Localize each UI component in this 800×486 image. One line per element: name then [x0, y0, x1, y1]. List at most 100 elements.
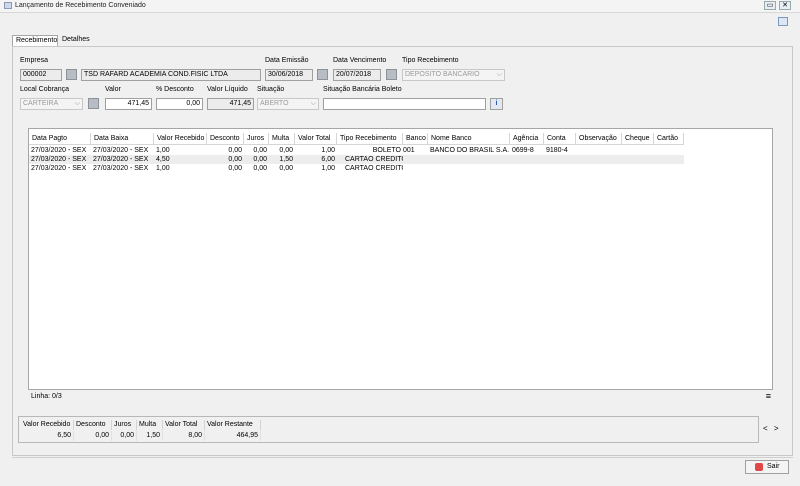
total-juros: 0,00 — [112, 431, 137, 441]
tipo-recebimento-label: Tipo Recebimento — [402, 57, 459, 64]
local-cobranca-label: Local Cobrança — [20, 86, 70, 93]
tipo-recebimento-value: DEPOSITO BANCARIO — [405, 71, 480, 78]
cell-desconto: 0,00 — [228, 156, 242, 163]
situacao-select[interactable]: ABERTO ⌵ — [257, 98, 319, 110]
pct-desconto-field[interactable]: 0,00 — [156, 98, 203, 110]
chevron-down-icon: ⌵ — [496, 71, 502, 78]
data-emissao-calendar-icon[interactable] — [317, 69, 328, 80]
col-observacao[interactable]: Observação — [576, 133, 622, 145]
grid-status-bar: Linha: 0/3 ≡ — [28, 391, 773, 402]
col-data-pagto[interactable]: Data Pagto — [29, 133, 91, 145]
cell-juros: 0,00 — [253, 165, 267, 172]
situacao-boleto-field[interactable] — [323, 98, 486, 110]
col-conta[interactable]: Conta — [544, 133, 576, 145]
col-data-baixa[interactable]: Data Baixa — [91, 133, 154, 145]
cell-valor-recebido: 1,00 — [156, 147, 170, 154]
valor-label: Valor — [105, 86, 121, 93]
situacao-value: ABERTO — [260, 100, 289, 107]
data-vencimento-label: Data Vencimento — [333, 57, 387, 64]
pct-desconto-label: % Desconto — [156, 86, 194, 93]
cell-tipo-recebimento: CARTAO CREDITO — [345, 156, 403, 163]
chevron-down-icon: ⌵ — [310, 100, 316, 107]
cell-data-pagto: 27/03/2020 - SEX — [31, 165, 87, 172]
local-cobranca-select[interactable]: CARTEIRA ⌵ — [20, 98, 83, 110]
col-cartao[interactable]: Cartão — [654, 133, 684, 145]
sair-button[interactable]: Sair — [745, 460, 789, 474]
col-banco[interactable]: Banco — [403, 133, 428, 145]
cell-desconto: 0,00 — [228, 165, 242, 172]
cell-data-baixa: 27/03/2020 - SEX — [93, 147, 149, 154]
col-multa[interactable]: Multa — [269, 133, 295, 145]
cell-multa: 0,00 — [279, 165, 293, 172]
total-header-juros: Juros — [112, 420, 137, 430]
total-valor-total: 8,00 — [163, 431, 205, 441]
total-multa: 1,50 — [137, 431, 163, 441]
totals-panel: Valor Recebido Desconto Juros Multa Valo… — [18, 416, 759, 443]
close-icon[interactable]: ✕ — [779, 1, 791, 10]
cell-banco: 001 — [403, 147, 415, 154]
col-valor-total[interactable]: Valor Total — [295, 133, 337, 145]
chevron-down-icon: ⌵ — [74, 100, 80, 107]
col-valor-recebido[interactable]: Valor Recebido — [154, 133, 207, 145]
data-emissao-label: Data Emissão — [265, 57, 309, 64]
tab-detalhes[interactable]: Detalhes — [59, 35, 101, 46]
empresa-search-button[interactable] — [66, 69, 77, 80]
col-agencia[interactable]: Agência — [510, 133, 544, 145]
empresa-label: Empresa — [20, 57, 49, 64]
empresa-code-field[interactable]: 000002 — [20, 69, 62, 81]
tipo-recebimento-select[interactable]: DEPOSITO BANCARIO ⌵ — [402, 69, 505, 81]
col-tipo-recebimento[interactable]: Tipo Recebimento — [337, 133, 403, 145]
cell-agencia: 0699-8 — [512, 147, 534, 154]
total-header-desconto: Desconto — [74, 420, 112, 430]
refresh-icon[interactable] — [778, 17, 788, 26]
cell-valor-total: 6,00 — [321, 156, 335, 163]
data-vencimento-calendar-icon[interactable] — [386, 69, 397, 80]
col-cheque[interactable]: Cheque — [622, 133, 654, 145]
receipts-grid: Data Pagto Data Baixa Valor Recebido Des… — [28, 128, 773, 390]
cell-conta: 9180-4 — [546, 147, 568, 154]
cell-data-pagto: 27/03/2020 - SEX — [31, 147, 87, 154]
total-valor-restante: 464,95 — [205, 431, 261, 441]
total-header-valor-recebido: Valor Recebido — [21, 420, 74, 430]
sair-button-label: Sair — [767, 463, 780, 470]
cell-data-pagto: 27/03/2020 - SEX — [31, 156, 87, 163]
total-header-valor-restante: Valor Restante — [205, 420, 261, 430]
window-title: Lançamento de Recebimento Conveniado — [15, 2, 146, 9]
row-counter: Linha: 0/3 — [31, 393, 62, 400]
exit-icon — [755, 463, 763, 471]
cell-juros: 0,00 — [253, 156, 267, 163]
col-nome-banco[interactable]: Nome Banco — [428, 133, 510, 145]
local-cobranca-search-button[interactable] — [88, 98, 99, 109]
cell-multa: 1,50 — [279, 156, 293, 163]
col-desconto[interactable]: Desconto — [207, 133, 244, 145]
cell-valor-total: 1,00 — [321, 165, 335, 172]
col-juros[interactable]: Juros — [244, 133, 269, 145]
prev-arrow-icon[interactable]: < — [763, 424, 768, 433]
title-bar: Lançamento de Recebimento Conveniado ▭ ✕ — [0, 0, 800, 13]
cell-juros: 0,00 — [253, 147, 267, 154]
total-desconto: 0,00 — [74, 431, 112, 441]
local-cobranca-value: CARTEIRA — [23, 100, 59, 107]
info-icon[interactable]: i — [490, 98, 503, 110]
next-arrow-icon[interactable]: > — [774, 424, 779, 433]
cell-tipo-recebimento: BOLETO — [372, 147, 401, 154]
cell-valor-recebido: 1,00 — [156, 165, 170, 172]
total-header-valor-total: Valor Total — [163, 420, 205, 430]
empresa-name-field[interactable]: TSD RAFARD ACADEMIA COND.FISIC LTDA — [81, 69, 261, 81]
total-header-multa: Multa — [137, 420, 163, 430]
menu-icon[interactable]: ≡ — [766, 391, 771, 401]
tab-recebimento[interactable]: Recebimento — [12, 35, 58, 46]
cell-valor-total: 1,00 — [321, 147, 335, 154]
pager: < > — [763, 424, 779, 433]
minimize-icon[interactable]: ▭ — [764, 1, 776, 10]
divider — [12, 457, 793, 458]
cell-multa: 0,00 — [279, 147, 293, 154]
situacao-boleto-label: Situação Bancária Boleto — [323, 86, 402, 93]
total-valor-recebido: 6,50 — [21, 431, 74, 441]
window-icon — [4, 2, 12, 9]
valor-field[interactable]: 471,45 — [105, 98, 152, 110]
cell-nome-banco: BANCO DO BRASIL S.A. — [430, 147, 510, 154]
data-vencimento-field[interactable]: 20/07/2018 — [333, 69, 381, 81]
data-emissao-field[interactable]: 30/06/2018 — [265, 69, 313, 81]
cell-data-baixa: 27/03/2020 - SEX — [93, 165, 149, 172]
